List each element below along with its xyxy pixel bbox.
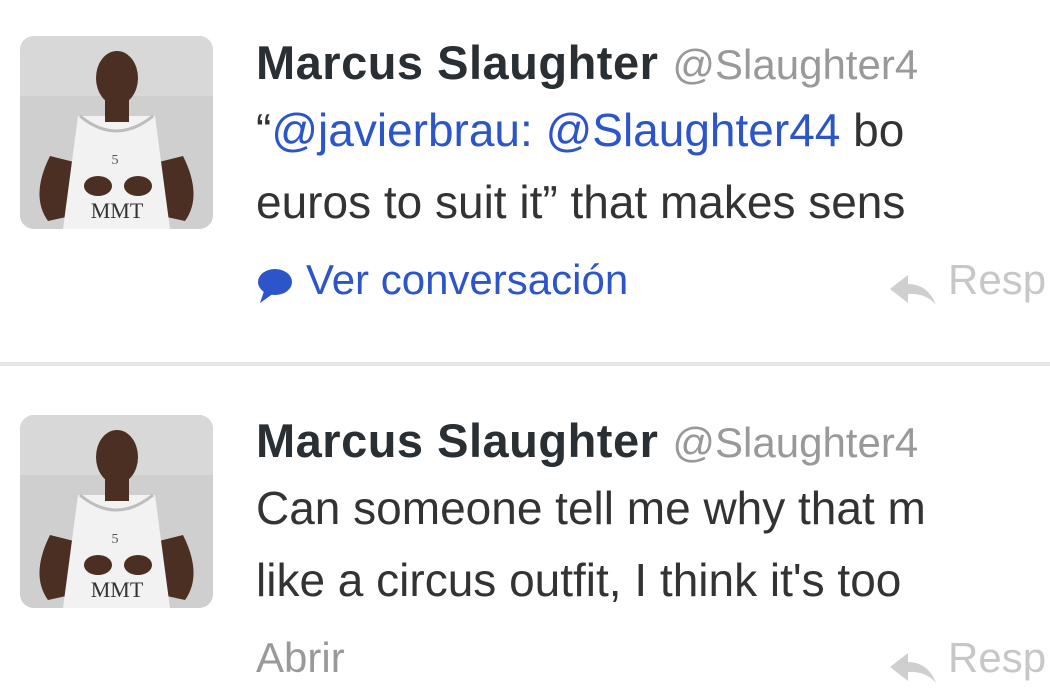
tweet-content: Marcus Slaughter @Slaughter4 “@javierbrau… (256, 32, 1050, 310)
reply-button[interactable]: Resp (888, 250, 1046, 310)
tweet-text: bo (840, 104, 905, 156)
tweet-timeline: 5 MMT Marcus Slaughter @Slaughter4 “@javi… (0, 0, 1050, 700)
tweet-item[interactable]: 5 MMT Marcus Slaughter @Slaughter4 Can so… (0, 366, 1050, 700)
tweet-header: Marcus Slaughter @Slaughter4 (256, 410, 1050, 472)
tweet-text: like a circus outfit, I think it's too (256, 554, 902, 606)
author-fullname[interactable]: Marcus Slaughter (256, 414, 658, 467)
reply-arrow-icon (888, 641, 938, 683)
tweet-text: euros to suit it” that makes sens (256, 176, 906, 228)
svg-text:5: 5 (112, 532, 119, 547)
mention-link[interactable]: @Slaughter44 (546, 104, 841, 156)
avatar-photo: 5 MMT (20, 36, 213, 229)
speech-bubble-icon (256, 261, 294, 303)
open-tweet-link[interactable]: Abrir (256, 628, 345, 688)
avatar[interactable]: 5 MMT (20, 415, 213, 608)
view-conversation-label: Ver conversación (306, 256, 629, 303)
mention-link[interactable]: @javierbrau: (271, 104, 532, 156)
tweet-text-line: like a circus outfit, I think it's too (256, 544, 1050, 616)
reply-button[interactable]: Resp (888, 628, 1046, 688)
tweet-text-line: Can someone tell me why that m (256, 472, 1050, 544)
tweet-text-line: “@javierbrau: @Slaughter44 bo (256, 94, 1050, 166)
jersey-text: MMT (91, 198, 144, 223)
avatar[interactable]: 5 MMT (20, 36, 213, 229)
tweet-actions: Abrir Resp (256, 628, 1050, 688)
open-tweet-label: Abrir (256, 634, 345, 681)
tweet-text-line: euros to suit it” that makes sens (256, 166, 1050, 238)
view-conversation-link[interactable]: Ver conversación (256, 250, 628, 310)
reply-label: Resp (948, 256, 1047, 303)
tweet-text: Can someone tell me why that m (256, 482, 926, 534)
tweet-content: Marcus Slaughter @Slaughter4 Can someone … (256, 410, 1050, 688)
avatar-photo: 5 MMT (20, 415, 213, 608)
tweet-header: Marcus Slaughter @Slaughter4 (256, 32, 1050, 94)
reply-arrow-icon (888, 263, 938, 305)
quote-mark: “ (256, 104, 272, 156)
reply-label: Resp (948, 634, 1047, 681)
tweet-actions: Ver conversación Resp (256, 250, 1050, 310)
jersey-text: MMT (91, 577, 144, 602)
author-username[interactable]: @Slaughter4 (672, 419, 918, 466)
svg-text:5: 5 (112, 153, 119, 168)
tweet-item[interactable]: 5 MMT Marcus Slaughter @Slaughter4 “@javi… (0, 0, 1050, 362)
author-fullname[interactable]: Marcus Slaughter (256, 36, 658, 89)
author-username[interactable]: @Slaughter4 (672, 41, 918, 88)
